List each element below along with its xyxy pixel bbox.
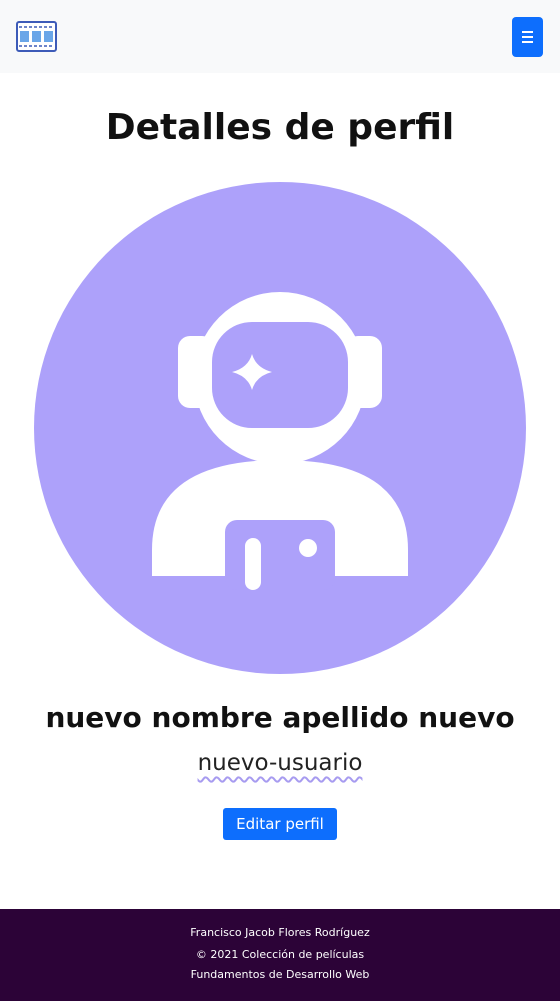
astronaut-icon <box>34 182 526 674</box>
profile-username: nuevo-usuario <box>0 744 560 782</box>
profile-full-name: nuevo nombre apellido nuevo <box>45 701 515 734</box>
page-title: Detalles de perfil <box>105 107 455 148</box>
username-text: nuevo-usuario <box>197 750 363 776</box>
film-strip-icon[interactable] <box>16 21 57 52</box>
footer-course: Fundamentos de Desarrollo Web <box>190 968 370 981</box>
navbar <box>0 0 560 73</box>
footer-copyright: © 2021 Colección de películas <box>195 948 365 961</box>
hamburger-menu-icon[interactable] <box>512 17 543 57</box>
edit-profile-button[interactable]: Editar perfil <box>223 808 337 840</box>
footer: Francisco Jacob Flores Rodríguez © 2021 … <box>0 909 560 1001</box>
footer-author: Francisco Jacob Flores Rodríguez <box>190 926 370 939</box>
